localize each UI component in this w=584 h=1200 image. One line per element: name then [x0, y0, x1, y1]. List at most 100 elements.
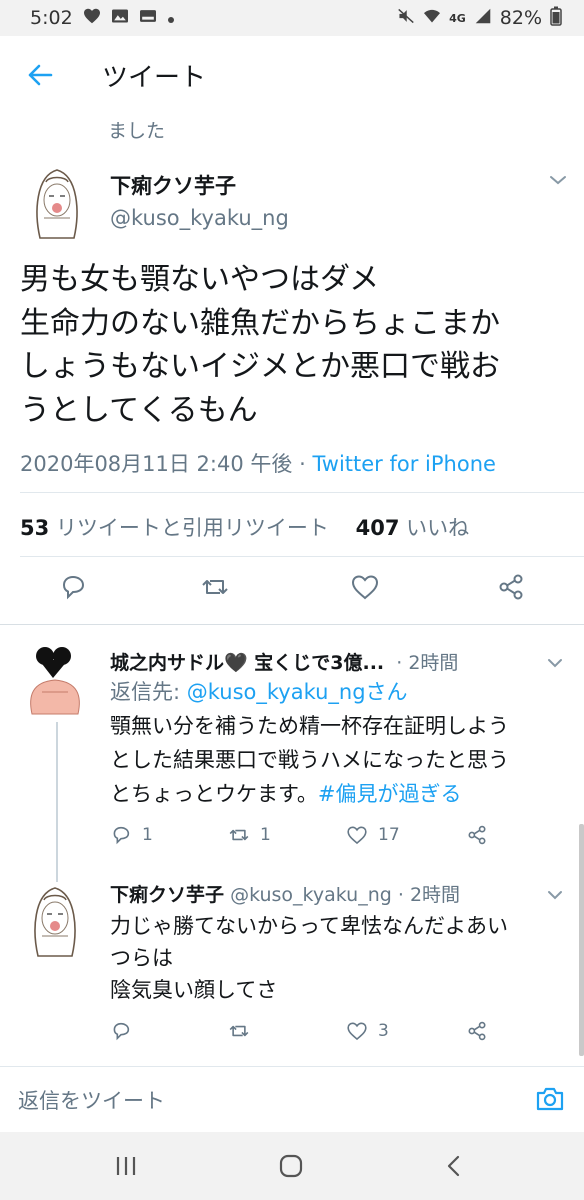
reply-text-line: 力じゃ勝てないからって卑怯なんだよあい	[110, 914, 508, 938]
like-label: いいね	[406, 516, 470, 540]
retweet-button[interactable]: 1	[228, 822, 271, 848]
reply-text-last-line: とちょっとウケます。#偏見が過ぎる	[110, 778, 462, 810]
tweet-menu-button[interactable]	[548, 172, 568, 186]
reply-to-prefix: 返信先:	[110, 680, 187, 704]
status-bar: 5:02 4G 82%	[0, 0, 584, 36]
mute-icon	[397, 7, 415, 29]
reply-text-line: つらは	[110, 946, 173, 970]
more-notifications-dot-icon	[167, 7, 175, 29]
retweet-icon	[229, 1025, 249, 1037]
reply-text-line: 顎無い分を補うため精一杯存在証明しよう	[110, 714, 509, 738]
chevron-down-icon	[548, 891, 562, 900]
camera-icon	[536, 1087, 564, 1111]
reply-icon	[113, 1022, 130, 1041]
reply-button[interactable]	[110, 1018, 142, 1044]
reply-to-line: 返信先: @kuso_kyaku_ngさん	[110, 676, 408, 708]
like-count: 17	[378, 825, 400, 845]
heart-icon	[347, 1022, 367, 1041]
divider	[20, 492, 584, 493]
like-count: 3	[378, 1021, 389, 1041]
reply-button[interactable]	[58, 572, 88, 602]
chevron-left-icon	[447, 1155, 460, 1177]
camera-button[interactable]	[534, 1083, 566, 1115]
system-back-button[interactable]	[440, 1152, 470, 1180]
home-icon	[279, 1154, 303, 1178]
chevron-down-icon	[548, 659, 562, 668]
tweet-text-line: 生命力のない雑魚だからちょこまか	[20, 305, 500, 341]
retweet-count: 53	[20, 516, 50, 540]
reply-text-line: 陰気臭い顔してさ	[110, 978, 278, 1002]
thread-line	[56, 722, 58, 882]
tweet-stats: 53 リツイートと引用リツイート 407 いいね	[20, 512, 469, 542]
app-header: ツイート	[0, 36, 584, 114]
card-notification-icon	[139, 7, 157, 29]
reply-button[interactable]: 1	[110, 822, 153, 848]
avatar[interactable]	[20, 880, 90, 958]
tweet-source-link[interactable]: Twitter for iPhone	[312, 452, 496, 476]
reply-icon	[62, 575, 85, 600]
hashtag-link[interactable]: #偏見が過ぎる	[318, 782, 462, 806]
status-time: 5:02	[30, 7, 73, 29]
truncated-previous-text: ました	[108, 120, 166, 142]
reply-time: · 2時間	[396, 652, 459, 674]
reply-compose-bar[interactable]: 返信をツイート	[0, 1066, 584, 1130]
reply-author-name[interactable]: 下痢クソ芋子	[110, 884, 224, 906]
tweet-text-line: しょうもないイジメとか悪口で戦お	[20, 349, 500, 384]
network-type: 4G	[449, 11, 466, 25]
reply-to-handle[interactable]: @kuso_kyaku_ngさん	[187, 680, 408, 704]
battery-percent: 82%	[499, 7, 542, 29]
reply-meta: @kuso_kyaku_ng · 2時間	[230, 884, 461, 906]
system-navigation-bar	[0, 1132, 584, 1200]
scrollbar-thumb[interactable]	[579, 824, 584, 1056]
retweet-button[interactable]	[228, 1018, 260, 1044]
recent-apps-icon	[116, 1157, 136, 1175]
reply-author-name[interactable]: 城之内サドル🖤 宝くじで3億...	[110, 652, 384, 674]
divider	[0, 624, 584, 625]
signal-icon	[474, 7, 492, 29]
share-icon	[499, 574, 523, 600]
recent-apps-button[interactable]	[112, 1152, 142, 1180]
share-button[interactable]	[466, 1018, 488, 1044]
avatar[interactable]	[22, 162, 92, 240]
share-icon	[468, 825, 486, 845]
retweet-button[interactable]	[200, 572, 230, 602]
like-button[interactable]: 17	[346, 822, 400, 848]
back-button[interactable]	[0, 36, 80, 114]
reply-menu-button[interactable]	[546, 886, 564, 900]
tweet-text-line: 男も女も顎ないやつはダメ	[20, 262, 380, 297]
tweet-text: 男も女も顎ないやつはダメ 生命力のない雑魚だからちょこまか しょうもないイジメと…	[20, 258, 570, 432]
author-handle[interactable]: @kuso_kyaku_ng	[110, 206, 289, 230]
likes-stat[interactable]: 407 いいね	[356, 516, 470, 540]
home-button[interactable]	[276, 1152, 306, 1180]
heart-icon	[347, 826, 367, 845]
retweet-icon	[229, 829, 249, 841]
like-button[interactable]	[350, 572, 380, 602]
reply-header: 下痢クソ芋子 @kuso_kyaku_ng · 2時間	[110, 880, 460, 907]
share-icon	[468, 1021, 486, 1041]
reply-menu-button[interactable]	[546, 654, 564, 668]
page-title: ツイート	[102, 62, 207, 93]
wifi-icon	[423, 7, 441, 29]
tweet-timestamp: 2020年08月11日 2:40 午後 ·	[20, 452, 306, 476]
author-name[interactable]: 下痢クソ芋子	[110, 170, 236, 200]
retweet-icon	[202, 580, 228, 594]
chevron-down-icon	[550, 176, 566, 185]
heart-icon	[351, 575, 379, 600]
tweet-text-line: うとしてくるもん	[20, 392, 258, 428]
reply-compose-input[interactable]: 返信をツイート	[18, 1085, 165, 1115]
reply-text-line: とした結果悪口で戦うハメになったと思う	[110, 748, 509, 772]
retweet-count: 1	[260, 825, 271, 845]
gallery-notification-icon	[111, 7, 129, 29]
share-button[interactable]	[466, 822, 488, 848]
arrow-left-icon	[28, 64, 53, 86]
reply-header: 城之内サドル🖤 宝くじで3億... · 2時間	[110, 648, 458, 675]
like-button[interactable]: 3	[346, 1018, 389, 1044]
avatar[interactable]	[20, 640, 90, 718]
battery-icon	[550, 6, 562, 31]
share-button[interactable]	[496, 572, 526, 602]
retweets-stat[interactable]: 53 リツイートと引用リツイート	[20, 516, 329, 540]
divider	[20, 556, 584, 557]
like-count: 407	[355, 516, 400, 540]
retweet-label: リツイートと引用リツイート	[55, 516, 329, 540]
reply-count: 1	[142, 825, 153, 845]
